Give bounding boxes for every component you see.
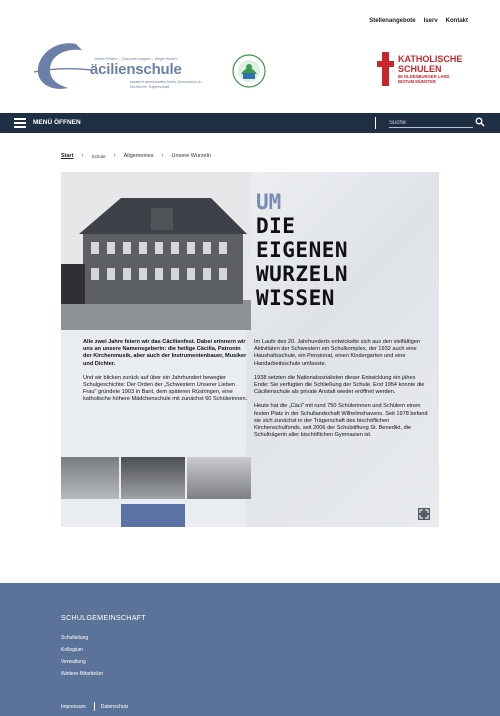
history-paragraph-3: Heute hat die „Cäci" mit rund 750 Schüle…	[254, 403, 428, 439]
intro-bold: Alle zwei Jahre feiern wir das Cäcilienf…	[83, 339, 247, 367]
chevron-right-icon: ›	[81, 153, 84, 159]
footer-link-datenschutz[interactable]: Datenschutz	[101, 704, 129, 710]
logo-subtitle: staatlich anerkanntes freies Gymnasium i…	[130, 80, 202, 89]
breadcrumb: Start › Schule › Allgemeines › Unsere Wu…	[61, 153, 211, 159]
school-building-photo	[61, 172, 251, 330]
decorative-blue-block	[121, 504, 185, 527]
headline-line-1: DIE	[256, 214, 296, 238]
nav-link-kontakt[interactable]: Kontakt	[446, 18, 468, 24]
hero-headline: UM DIE EIGENEN WURZELN WISSEN	[256, 190, 348, 310]
search-input[interactable]	[389, 118, 473, 128]
footer-divider	[93, 702, 95, 711]
breadcrumb-start[interactable]: Start	[61, 153, 74, 159]
site-footer: SCHULGEMEINSCHAFT Schulleitung Kollegium…	[0, 583, 500, 716]
nav-link-iserv[interactable]: Iserv	[424, 18, 438, 24]
chevron-right-icon: ›	[113, 153, 116, 159]
logo-c-mark	[33, 43, 93, 89]
hamburger-menu-icon[interactable]	[14, 118, 26, 128]
fullscreen-icon[interactable]	[418, 508, 430, 520]
intro-history: Und wir blicken zurück auf über ein Jahr…	[83, 374, 248, 403]
footer-link-schulleitung[interactable]: Schulleitung	[61, 632, 103, 644]
ks-line4: BISTUM MÜNSTER	[398, 79, 436, 84]
eco-school-badge-icon	[232, 54, 266, 88]
footer-title: SCHULGEMEINSCHAFT	[61, 613, 146, 622]
menu-open-button[interactable]: MENÜ ÖFFNEN	[33, 119, 81, 126]
search-icon[interactable]	[475, 117, 485, 127]
footer-link-verwaltung[interactable]: Verwaltung	[61, 656, 103, 668]
footer-link-kollegium[interactable]: Kollegium	[61, 644, 103, 656]
school-logo[interactable]: Gutes Reden – Glauben wagen – Wege finde…	[32, 38, 210, 96]
nav-link-stellenangebote[interactable]: Stellenangebote	[369, 18, 415, 24]
breadcrumb-current: Unsere Wurzeln	[171, 153, 211, 159]
main-navbar: MENÜ ÖFFNEN	[0, 113, 500, 133]
cross-icon	[377, 52, 394, 86]
historic-photo-classroom	[61, 457, 119, 499]
historic-photo-strip	[61, 457, 251, 527]
footer-link-weitere-mitarbeiter[interactable]: Weitere Mitarbeiter	[61, 668, 103, 680]
poster-left-column: Alle zwei Jahre feiern wir das Cäcilienf…	[83, 339, 248, 404]
breadcrumb-schule[interactable]: Schule	[92, 154, 106, 159]
search-divider	[375, 117, 376, 129]
footer-links: Schulleitung Kollegium Verwaltung Weiter…	[61, 632, 103, 680]
ks-line1: KATHOLISCHE	[398, 54, 463, 64]
headline-line-2: EIGENEN	[256, 238, 349, 262]
history-paragraph-1: Im Laufe des 20. Jahrhunderts entwickelt…	[254, 339, 421, 367]
history-paragraph-2: 1938 setzten die Nationalsozialisten die…	[254, 374, 425, 396]
headline-line-4: WISSEN	[256, 286, 335, 310]
poster-right-column: Im Laufe des 20. Jahrhunderts entwickelt…	[254, 339, 429, 446]
historic-photo-hall	[187, 457, 251, 499]
logo-name: äcilienschule	[90, 61, 182, 78]
headline-line-3: WURZELN	[256, 262, 349, 286]
utility-nav: Stellenangebote Iserv Kontakt	[369, 18, 468, 24]
katholische-schulen-logo[interactable]: KATHOLISCHE SCHULEN IM OLDENBURGER LAND …	[377, 50, 467, 90]
chevron-right-icon: ›	[161, 153, 164, 159]
headline-um: UM	[256, 190, 282, 214]
footer-link-impressum[interactable]: Impressum	[61, 704, 86, 710]
hero-poster-image: UM DIE EIGENEN WURZELN WISSEN Alle zwei …	[61, 172, 439, 527]
ks-subtitle: IM OLDENBURGER LAND BISTUM MÜNSTER	[398, 74, 449, 84]
breadcrumb-allgemeines[interactable]: Allgemeines	[124, 153, 154, 159]
ks-line2: SCHULEN	[398, 64, 442, 74]
footer-legal: Impressum Datenschutz	[61, 702, 129, 711]
historic-photo-group	[121, 457, 185, 499]
ks-title: KATHOLISCHE SCHULEN	[398, 54, 462, 74]
